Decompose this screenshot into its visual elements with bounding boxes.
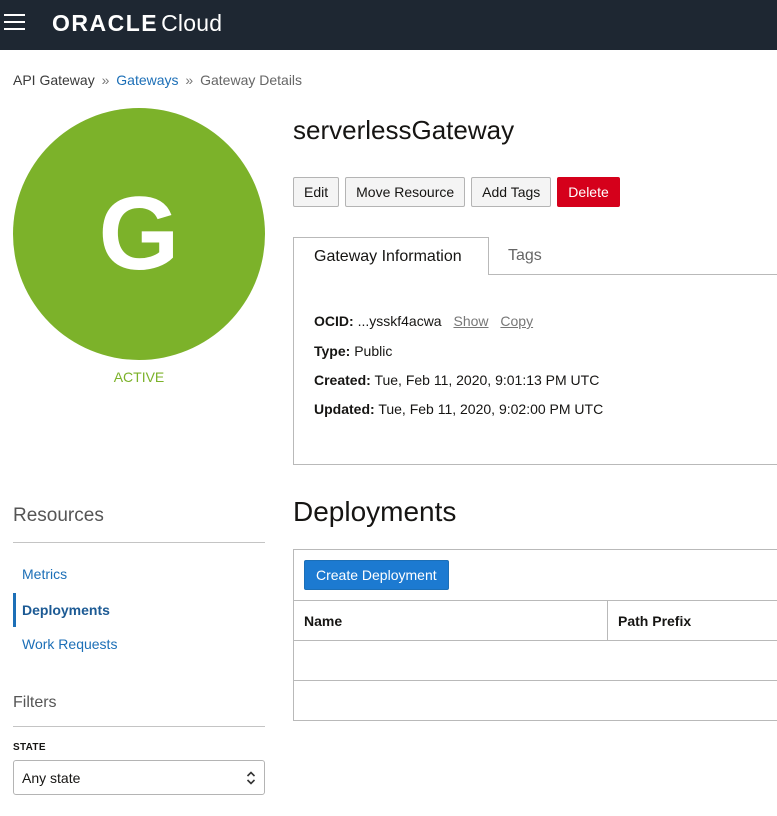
state-filter-label: STATE: [13, 742, 46, 753]
status-label: ACTIVE: [113, 369, 165, 385]
table-row: [294, 681, 777, 721]
ocid-copy-link[interactable]: Copy: [500, 313, 533, 329]
breadcrumb-gateways-link[interactable]: Gateways: [116, 72, 178, 88]
detail-tabs: Gateway Information Tags: [293, 237, 777, 275]
create-deployment-button[interactable]: Create Deployment: [304, 560, 449, 590]
gateway-avatar: G: [13, 108, 265, 360]
resources-divider: [13, 542, 265, 543]
type-label: Type:: [314, 343, 351, 359]
breadcrumb: API Gateway » Gateways » Gateway Details: [13, 71, 302, 89]
ocid-label: OCID:: [314, 313, 354, 329]
add-tags-button[interactable]: Add Tags: [471, 177, 552, 207]
column-header-path-prefix[interactable]: Path Prefix: [608, 601, 777, 641]
action-buttons: Edit Move Resource Add Tags Delete: [293, 177, 620, 207]
tab-tags[interactable]: Tags: [508, 237, 542, 275]
ocid-row: OCID: ...ysskf4acwa Show Copy: [314, 313, 533, 329]
gateway-information-panel: OCID: ...ysskf4acwa Show Copy Type: Publ…: [293, 274, 777, 465]
delete-button[interactable]: Delete: [557, 177, 620, 207]
created-value: Tue, Feb 11, 2020, 9:01:13 PM UTC: [374, 372, 600, 388]
page-title: serverlessGateway: [293, 115, 515, 145]
created-label: Created:: [314, 372, 371, 388]
breadcrumb-current: Gateway Details: [200, 72, 303, 88]
sidebar-item-deployments[interactable]: Deployments: [13, 593, 265, 627]
state-filter-value: Any state: [22, 769, 81, 786]
updown-chevron-icon: [246, 771, 256, 785]
sidebar-item-metrics[interactable]: Metrics: [13, 557, 265, 591]
filters-divider: [13, 726, 265, 727]
ocid-value: ...ysskf4acwa: [357, 313, 442, 329]
deployments-table: Create Deployment Name Path Prefix: [293, 549, 777, 721]
edit-button[interactable]: Edit: [293, 177, 340, 207]
table-row: [294, 641, 777, 681]
state-filter-select[interactable]: Any state: [13, 760, 265, 795]
breadcrumb-separator: »: [185, 72, 194, 88]
type-row: Type: Public: [314, 343, 392, 359]
hamburger-menu-icon[interactable]: [4, 13, 26, 31]
filters-heading: Filters: [13, 694, 57, 711]
sidebar-item-work-requests[interactable]: Work Requests: [13, 627, 265, 661]
created-row: Created: Tue, Feb 11, 2020, 9:01:13 PM U…: [314, 372, 599, 388]
top-navigation-bar: ORACLE Cloud: [0, 0, 777, 50]
logo-brand: ORACLE: [52, 10, 159, 36]
table-header: Name Path Prefix: [294, 600, 777, 641]
updated-value: Tue, Feb 11, 2020, 9:02:00 PM UTC: [378, 401, 604, 417]
updated-label: Updated:: [314, 401, 375, 417]
deployments-heading: Deployments: [293, 496, 457, 527]
ocid-show-link[interactable]: Show: [453, 313, 488, 329]
logo-product: Cloud: [161, 10, 223, 36]
updated-row: Updated: Tue, Feb 11, 2020, 9:02:00 PM U…: [314, 401, 603, 417]
move-resource-button[interactable]: Move Resource: [345, 177, 466, 207]
breadcrumb-root: API Gateway: [13, 72, 95, 88]
resources-heading: Resources: [13, 505, 104, 526]
column-header-name[interactable]: Name: [294, 601, 608, 641]
oracle-cloud-logo[interactable]: ORACLE Cloud: [52, 10, 222, 36]
tab-gateway-information[interactable]: Gateway Information: [293, 237, 489, 275]
breadcrumb-separator: »: [101, 72, 110, 88]
type-value: Public: [354, 343, 393, 359]
